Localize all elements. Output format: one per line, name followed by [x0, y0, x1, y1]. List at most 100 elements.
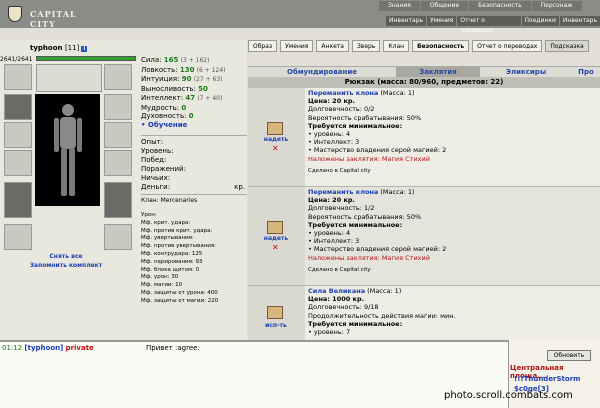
player-level: [11]	[64, 44, 80, 52]
backpack-title: Рюкзак (масса: 80/960, предметов: 22)	[248, 77, 600, 88]
inventory-categories: Обмундирование Заклятия Эликсиры Про	[248, 66, 600, 77]
cat-equipment[interactable]: Обмундирование	[248, 67, 396, 77]
subnav-inventory-2[interactable]: Инвентарь	[559, 16, 600, 26]
list-item: надеть ✕ Переманить клона (Масса: 1) Цен…	[248, 187, 600, 286]
stat-row: Мудрость: 0	[141, 103, 187, 112]
item-name[interactable]: Переманить клона	[308, 188, 378, 196]
subnav-skills[interactable]: Умения	[427, 16, 457, 26]
site-logo[interactable]: CAPITAL CITY	[2, 0, 106, 40]
cat-elixirs[interactable]: Эликсиры	[480, 67, 572, 77]
list-item: исп-ть Сила Великана (Масса: 1) Цена: 10…	[248, 286, 600, 340]
player-name[interactable]: typhoon	[30, 44, 63, 52]
character-tabs: Образ Умения Анкета Зверь Клан Безопасно…	[248, 40, 600, 53]
site-name: CAPITAL CITY	[30, 9, 77, 29]
list-item: надеть ✕ Переманить клона (Масса: 1) Цен…	[248, 88, 600, 187]
slot-weapon[interactable]	[4, 150, 32, 176]
tab-security[interactable]: Безопасность	[412, 40, 470, 52]
mod-row: Мф. блока щитом: 0	[141, 266, 200, 273]
chat-time: 01:12	[2, 344, 23, 352]
save-set-link[interactable]: Запомнить комплект	[0, 261, 132, 270]
stat-row: Духовность: 0	[141, 112, 194, 120]
chat-private[interactable]: private	[66, 344, 94, 352]
subnav-inventory[interactable]: Инвентарь	[386, 16, 427, 26]
delete-icon[interactable]: ✕	[272, 243, 279, 252]
level-label: Уровень:	[141, 147, 174, 155]
equip-link[interactable]: надеть	[253, 136, 299, 143]
divider	[141, 194, 247, 195]
slot-rings-row[interactable]	[36, 64, 102, 92]
sub-nav: Инвентарь Умения Отчет о переводах Поеди…	[385, 16, 600, 34]
refresh-button[interactable]: Обновить	[547, 350, 591, 361]
mod-row: Мф. защиты от урона: 400	[141, 289, 218, 296]
slot-boots[interactable]	[104, 224, 132, 250]
crest-icon	[8, 6, 22, 22]
stat-row: Ловкость: 130 (6 + 124)	[141, 65, 226, 74]
unequip-all-link[interactable]: Снять все	[0, 252, 132, 261]
nav-knowledge[interactable]: Знания	[379, 1, 420, 11]
chat-nick[interactable]: [typhoon]	[24, 344, 63, 352]
scroll-icon[interactable]	[267, 306, 283, 319]
equip-link[interactable]: надеть	[253, 235, 299, 242]
subnav-transfers[interactable]: Отчет о переводах	[457, 16, 521, 34]
hp-bar	[36, 56, 136, 61]
tab-clan[interactable]: Клан	[383, 40, 410, 52]
scroll-icon[interactable]	[267, 221, 283, 234]
slot-offhand[interactable]	[104, 150, 132, 176]
character-silhouette	[35, 94, 100, 206]
item-name[interactable]: Сила Великана	[308, 287, 365, 295]
learn-link[interactable]: • Обучение	[141, 121, 247, 130]
losses-label: Поражений:	[141, 165, 186, 173]
nav-security[interactable]: Безопасность	[469, 1, 531, 11]
tab-transfers[interactable]: Отчет о переводах	[472, 40, 543, 52]
nav-communication[interactable]: Общение	[420, 1, 469, 11]
mod-row: Урон:	[141, 212, 157, 218]
mod-row: Мф. против крит. удара:	[141, 227, 213, 234]
mod-row: Мф. урон: 30	[141, 274, 179, 281]
slot-gloves[interactable]	[104, 64, 132, 90]
stat-row: Выносливость: 50	[141, 84, 208, 93]
slot-belt[interactable]	[4, 224, 32, 250]
player-header: typhoon [11] i	[30, 44, 88, 52]
online-user[interactable]: !!!ThunderStorm	[514, 375, 580, 383]
character-figure-icon	[54, 104, 82, 196]
stat-row: Интуиция: 90 (27 + 63)	[141, 75, 223, 83]
mod-row: Мф. крит. удара:	[141, 219, 191, 226]
tab-skills[interactable]: Умения	[280, 40, 314, 52]
slot-helmet[interactable]	[4, 94, 32, 120]
draws-label: Ничьих:	[141, 174, 171, 182]
item-name[interactable]: Переманить клона	[308, 89, 378, 97]
item-list: надеть ✕ Переманить клона (Масса: 1) Цен…	[248, 88, 600, 340]
slot-legs[interactable]	[104, 182, 132, 218]
info-icon[interactable]: i	[81, 46, 88, 52]
equipment-links: Снять все Запомнить комплект	[0, 252, 132, 270]
clan-label: Клан: Mercenaries	[141, 197, 198, 204]
tab-profile[interactable]: Анкета	[316, 40, 349, 52]
slot-armor[interactable]	[4, 182, 32, 218]
watermark: photo.scroll.combats.com	[444, 390, 573, 401]
battle-record: Опыт: Уровень: Побед: Поражений: Ничьих:…	[141, 133, 247, 197]
nav-character[interactable]: Персонаж	[531, 1, 582, 11]
use-link[interactable]: исп-ть	[253, 322, 299, 329]
tab-hint[interactable]: Подсказка	[545, 40, 589, 52]
slot-earrings[interactable]	[4, 64, 32, 90]
stat-row: Сила: 165 (3 + 162)	[141, 56, 210, 64]
chat-text: Привет :agree:	[146, 344, 200, 352]
delete-icon[interactable]: ✕	[272, 144, 279, 153]
slot-rings[interactable]	[104, 122, 132, 148]
tab-appearance[interactable]: Образ	[248, 40, 278, 52]
top-nav: Знания Общение Безопасность Персонаж	[378, 1, 582, 11]
stat-row: Интеллект: 47 (7 + 40)	[141, 94, 223, 102]
chat-message: 01:12 [typhoon] private Привет :agree:	[2, 344, 200, 352]
cat-other[interactable]: Про	[572, 67, 600, 77]
slot-bracers[interactable]	[4, 122, 32, 148]
mod-row: Мф. магии: 10	[141, 282, 183, 289]
tab-pet[interactable]: Зверь	[351, 40, 381, 52]
money-row: Деньги: кр.	[141, 183, 245, 191]
slot-amulet[interactable]	[104, 94, 132, 120]
stats-list: Сила: 165 (3 + 162) Ловкость: 130 (6 + 1…	[141, 56, 247, 129]
scroll-icon[interactable]	[267, 122, 283, 135]
hp-text: 2641/2641	[0, 56, 33, 63]
mod-row: Мф. увертывания:	[141, 235, 194, 242]
subnav-fights[interactable]: Поединки	[521, 16, 559, 26]
cat-spells[interactable]: Заклятия	[396, 67, 480, 77]
